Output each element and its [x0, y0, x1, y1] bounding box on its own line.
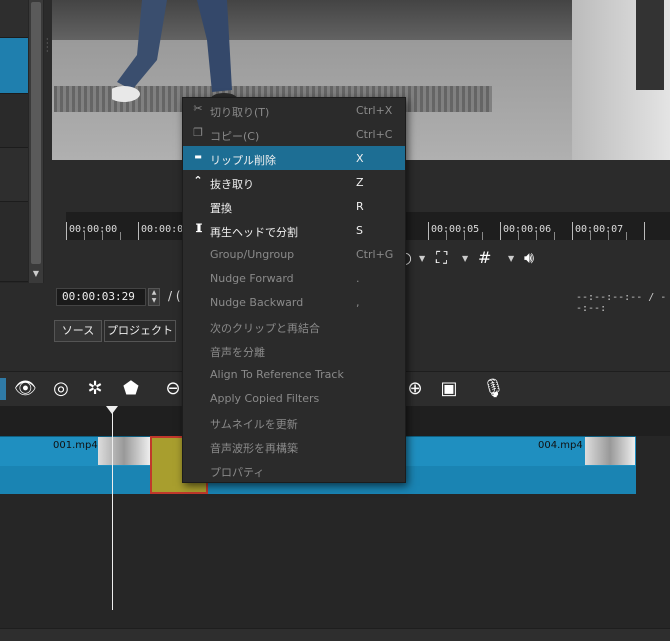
chevron-up-icon: ⌃ [193, 174, 203, 187]
timeline-scrollbar[interactable] [0, 628, 670, 641]
menu-item[interactable]: 音声波形を再構築 [183, 434, 405, 458]
ruler-tick-label: 00:00:05 [431, 224, 480, 235]
chevron-down-icon[interactable]: ▼ [462, 254, 468, 263]
chevron-down-icon[interactable]: ▼ [508, 254, 514, 263]
clip-thumbnail [585, 437, 635, 465]
menu-item[interactable]: 置換 R [183, 194, 405, 218]
ruler-tick-label: 00:00:00 [69, 224, 118, 235]
tab-source[interactable]: ソース [54, 320, 102, 342]
eye-icon[interactable]: 👁︎ [14, 378, 37, 400]
menu-item[interactable]: ▬ リップル削除 X [183, 146, 405, 170]
ruler-tick-label: 00:00:06 [503, 224, 552, 235]
playhead[interactable] [112, 410, 113, 610]
zoom-out-icon[interactable]: ⊖ [162, 378, 184, 400]
timecode-spinner[interactable]: ▲ ▼ [148, 288, 160, 306]
split-icon: ][ [195, 223, 202, 234]
zoom-fit-timeline-icon[interactable]: ▣ [438, 378, 460, 400]
clip-label: 001.mp4 [53, 440, 98, 451]
menu-item-label: 次のクリップと再結合 [210, 322, 320, 335]
menu-item[interactable]: サムネイルを更新 [183, 410, 405, 434]
menu-item-label: 置換 [210, 202, 232, 215]
volume-icon[interactable]: 🔊︎ [524, 248, 534, 268]
playlist-row[interactable] [0, 202, 28, 282]
clip-label: 004.mp4 [538, 440, 583, 451]
menu-item[interactable]: プロパティ [183, 458, 405, 482]
menu-item-shortcut: . [356, 272, 360, 285]
zoom-fit-icon[interactable]: ⛶ [436, 248, 447, 268]
menu-item-label: 音声波形を再構築 [210, 442, 298, 455]
target-icon[interactable]: ◎ [50, 378, 72, 400]
menu-item[interactable]: Nudge Backward, [183, 290, 405, 314]
menu-item-shortcut: S [356, 224, 363, 237]
menu-item[interactable]: Apply Copied Filters [183, 386, 405, 410]
menu-item-label: Nudge Forward [210, 272, 294, 285]
tab-project[interactable]: プロジェクト [104, 320, 176, 342]
menu-item-label: サムネイルを更新 [210, 418, 298, 431]
menu-item-shortcut: Ctrl+X [356, 104, 393, 117]
menu-item-label: Nudge Backward [210, 296, 304, 309]
menu-item-label: 再生ヘッドで分割 [210, 226, 298, 239]
menu-item[interactable]: Group/Ungroup Ctrl+G [183, 242, 405, 266]
menu-item-shortcut: R [356, 200, 364, 213]
minus-icon: ▬ [194, 152, 202, 161]
menu-item[interactable]: Align To Reference Track [183, 362, 405, 386]
scroll-down-icon[interactable]: ▼ [30, 268, 42, 280]
menu-item-label: Group/Ungroup [210, 248, 295, 261]
clip-thumbnail [98, 437, 150, 465]
menu-item[interactable]: ❐ コピー(C) Ctrl+C [183, 122, 405, 146]
menu-item[interactable]: 音声を分離 [183, 338, 405, 362]
timecode-field[interactable]: 00:00:03:29 [56, 288, 146, 306]
grid-icon[interactable]: # [478, 248, 491, 267]
menu-item[interactable]: 次のクリップと再結合 [183, 314, 405, 338]
splitter-handle-icon[interactable]: · · · · [46, 36, 50, 58]
menu-item-label: 抜き取り [210, 178, 254, 191]
timecode-total: --:--:--:-- / --:--: [576, 292, 667, 314]
menu-item[interactable]: ⌃ 抜き取り Z [183, 170, 405, 194]
menu-item-label: 切り取り(T) [210, 106, 270, 119]
menu-item-shortcut: Z [356, 176, 364, 189]
menu-item-label: 音声を分離 [210, 346, 265, 359]
menu-item[interactable]: ✂ 切り取り(T) Ctrl+X [183, 98, 405, 122]
playlist-row-selected[interactable] [0, 38, 28, 94]
menu-item-shortcut: , [356, 296, 360, 309]
video-post [636, 0, 664, 90]
microphone-icon[interactable]: 🎙︎ [482, 378, 505, 400]
menu-item-label: Align To Reference Track [210, 368, 344, 381]
menu-item-shortcut: Ctrl+G [356, 248, 394, 261]
menu-item-label: リップル削除 [210, 154, 276, 167]
menu-item-shortcut: Ctrl+C [356, 128, 393, 141]
menu-item-shortcut: X [356, 152, 364, 165]
scissors-icon: ✂ [193, 102, 203, 115]
menu-item[interactable]: Nudge Forward. [183, 266, 405, 290]
selected-tool-indicator [0, 378, 6, 400]
playlist-row[interactable] [0, 94, 28, 148]
ripple-icon[interactable]: ✲ [84, 378, 106, 400]
chevron-down-icon[interactable]: ▼ [419, 254, 425, 263]
menu-item-label: コピー(C) [210, 130, 260, 143]
ruler-tick-label: 00:00:07 [575, 224, 624, 235]
playlist-row[interactable] [0, 148, 28, 202]
playlist-row[interactable] [0, 0, 28, 38]
menu-item[interactable]: ][ 再生ヘッドで分割 S [183, 218, 405, 242]
marker-icon[interactable]: ⬟ [120, 378, 142, 400]
menu-item-label: プロパティ [210, 466, 265, 479]
menu-item-label: Apply Copied Filters [210, 392, 320, 405]
zoom-in-icon[interactable]: ⊕ [404, 378, 426, 400]
copy-icon: ❐ [193, 126, 203, 139]
timecode-separator: / ( [168, 289, 181, 303]
scrollbar-thumb[interactable] [31, 2, 41, 264]
